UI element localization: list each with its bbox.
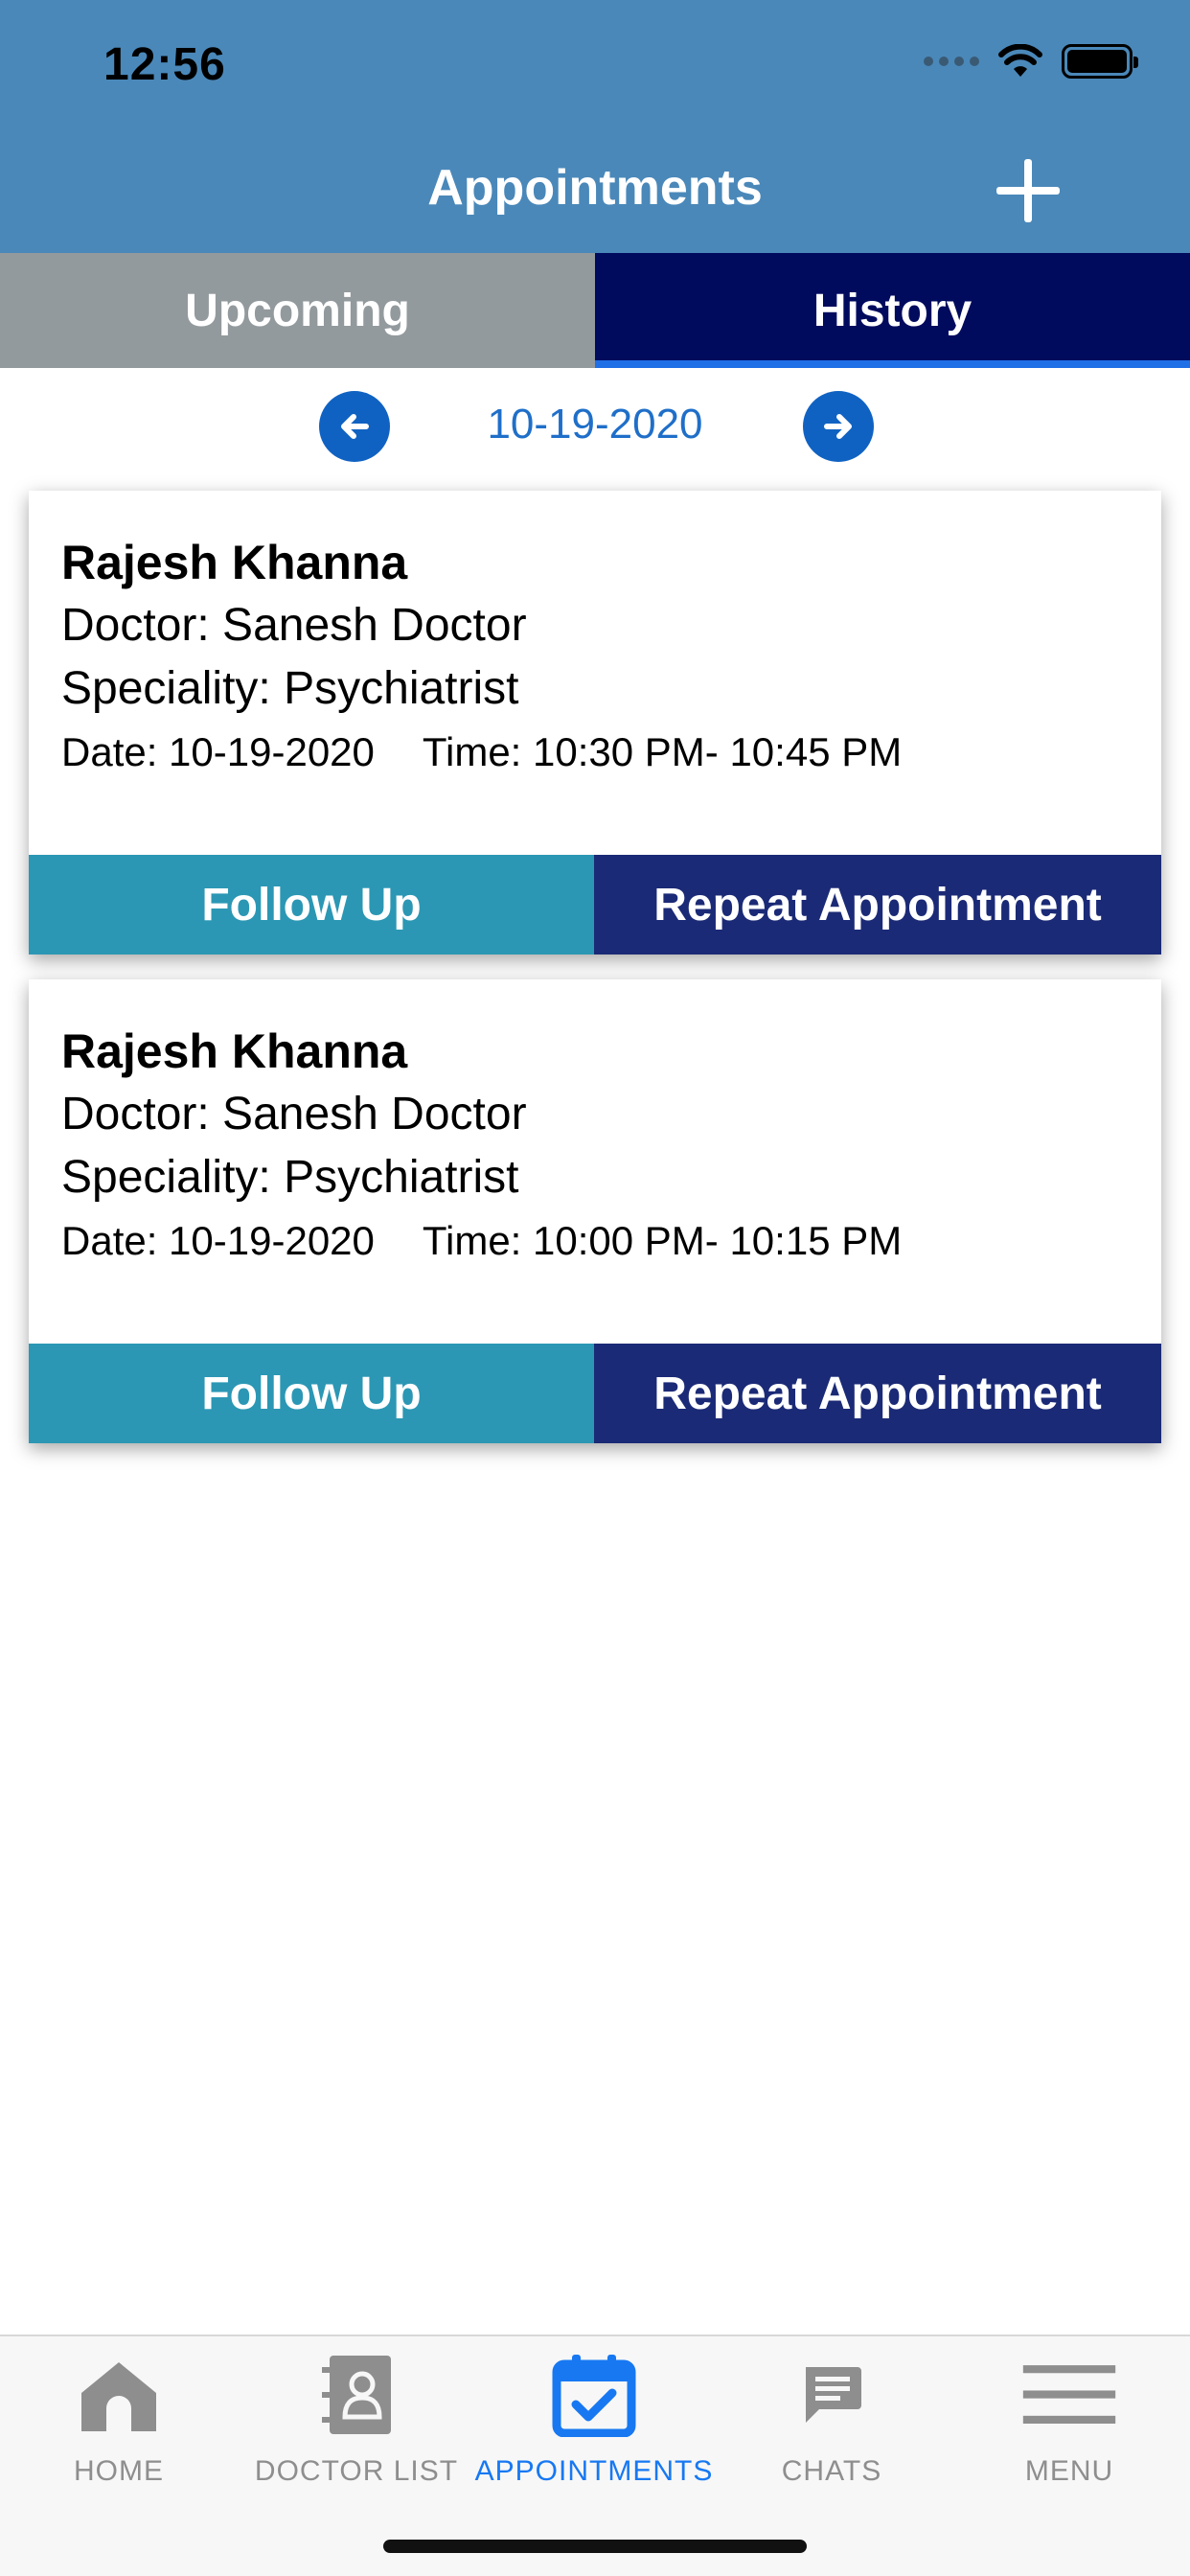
arrow-right-icon	[824, 414, 852, 439]
appointment-tabs: Upcoming History	[0, 253, 1190, 368]
current-date: 10-19-2020	[487, 401, 703, 448]
date-time-row: Date: 10-19-2020 Time: 10:30 PM- 10:45 PM	[61, 721, 1129, 784]
tab-home[interactable]: HOME	[0, 2352, 238, 2496]
appointment-time: Time: 10:30 PM- 10:45 PM	[422, 729, 903, 774]
appointment-date: Date: 10-19-2020	[61, 1218, 375, 1263]
tab-upcoming[interactable]: Upcoming	[0, 253, 595, 368]
wifi-icon	[998, 44, 1042, 77]
card-actions: Follow Up Repeat Appointment	[29, 1344, 1161, 1443]
tab-doctor-list-label: DOCTOR LIST	[254, 2455, 459, 2487]
tab-menu[interactable]: MENU	[950, 2352, 1188, 2496]
battery-icon	[1062, 44, 1138, 79]
tab-chats-label: CHATS	[781, 2455, 882, 2487]
signal-icon	[924, 57, 979, 66]
calendar-check-icon	[552, 2355, 636, 2437]
home-indicator[interactable]	[383, 2540, 807, 2553]
tab-chats[interactable]: CHATS	[713, 2352, 950, 2496]
date-time-row: Date: 10-19-2020 Time: 10:00 PM- 10:15 PM	[61, 1209, 1129, 1273]
contact-book-icon	[322, 2356, 391, 2434]
status-indicators	[924, 44, 1138, 79]
hamburger-menu-icon	[1022, 2365, 1116, 2424]
app-header: 12:56 Appointments	[0, 0, 1190, 253]
patient-name: Rajesh Khanna	[61, 536, 408, 589]
date-navigator: 10-19-2020	[0, 387, 1190, 464]
add-appointment-button[interactable]	[995, 157, 1062, 224]
repeat-appointment-button[interactable]: Repeat Appointment	[594, 855, 1161, 954]
card-actions: Follow Up Repeat Appointment	[29, 855, 1161, 954]
appointment-card: Rajesh Khanna Doctor: Sanesh Doctor Spec…	[29, 491, 1161, 954]
speciality: Speciality: Psychiatrist	[61, 1152, 519, 1203]
tab-appointments-label: APPOINTMENTS	[474, 2455, 714, 2487]
follow-up-button[interactable]: Follow Up	[29, 1344, 594, 1443]
appointment-date: Date: 10-19-2020	[61, 729, 375, 774]
chat-bubble-icon	[806, 2367, 861, 2423]
appointment-time: Time: 10:00 PM- 10:15 PM	[422, 1218, 903, 1263]
home-icon	[81, 2362, 156, 2431]
patient-name: Rajesh Khanna	[61, 1024, 408, 1078]
doctor-name: Doctor: Sanesh Doctor	[61, 1089, 527, 1139]
follow-up-button[interactable]: Follow Up	[29, 855, 594, 954]
status-time: 12:56	[103, 39, 226, 90]
doctor-name: Doctor: Sanesh Doctor	[61, 600, 527, 651]
tab-appointments[interactable]: APPOINTMENTS	[475, 2352, 713, 2496]
next-date-button[interactable]	[803, 391, 874, 462]
appointment-card: Rajesh Khanna Doctor: Sanesh Doctor Spec…	[29, 979, 1161, 1443]
tab-doctor-list[interactable]: DOCTOR LIST	[238, 2352, 475, 2496]
speciality: Speciality: Psychiatrist	[61, 663, 519, 714]
repeat-appointment-button[interactable]: Repeat Appointment	[594, 1344, 1161, 1443]
tab-home-label: HOME	[74, 2455, 164, 2487]
tab-history[interactable]: History	[595, 253, 1190, 368]
tab-menu-label: MENU	[1024, 2455, 1114, 2487]
